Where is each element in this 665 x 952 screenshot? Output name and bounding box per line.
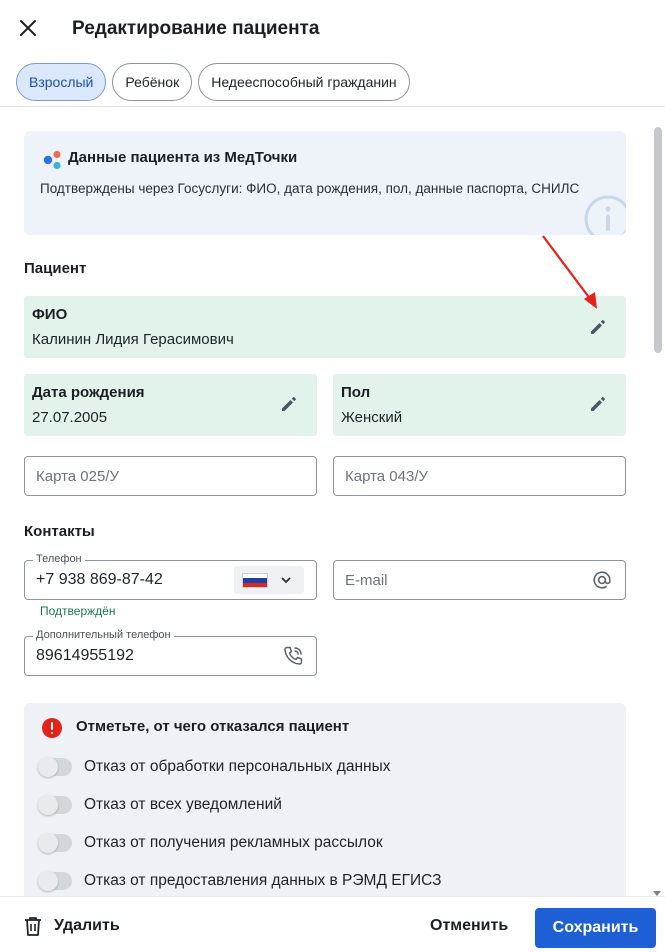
delete-button[interactable]: Удалить [22,914,120,938]
refusal-all-notifications-toggle[interactable]: Отказ от всех уведомлений [38,793,282,817]
form-scroll-area[interactable]: Данные пациента из МедТочки Подтверждены… [0,106,665,896]
edit-gender-pencil-icon[interactable] [586,392,610,416]
delete-label: Удалить [54,917,120,934]
russia-flag-icon [242,573,268,588]
refusal-label: Отказ от всех уведомлений [84,796,282,813]
fio-field: ФИО Калинин Лидия Герасимович [24,296,626,358]
patient-type-tabs: Взрослый Ребёнок Недееспособный граждани… [16,63,410,101]
card-025-input[interactable]: Карта 025/У [24,456,317,496]
page-title: Редактирование пациента [72,18,320,39]
fio-value: Калинин Лидия Герасимович [32,331,234,348]
close-icon[interactable] [14,14,42,42]
email-placeholder: E-mail [345,572,388,589]
additional-phone-label: Дополнительный телефон [33,629,174,641]
dialog-footer: Удалить Отменить Сохранить [0,896,665,952]
birth-date-value: 27.07.2005 [32,409,108,426]
country-code-select[interactable] [234,566,304,594]
medtochka-logo-icon [43,150,61,170]
refusals-card: Отметьте, от чего отказался пациент Отка… [24,703,626,896]
refusal-label: Отказ от обработки персональных данных [84,758,391,775]
toggle-switch[interactable] [38,795,72,815]
info-card-text: Подтверждены через Госуслуги: ФИО, дата … [40,181,580,196]
contacts-section-label: Контакты [24,523,95,540]
birth-date-label: Дата рождения [32,384,145,401]
phone-input[interactable]: Телефон +7 938 869-87-42 [24,553,317,600]
phone-confirmed-status: Подтверждён [40,604,116,618]
card-025-placeholder: Карта 025/У [36,468,120,485]
save-button[interactable]: Сохранить [535,908,656,948]
refusal-remd-egisz-toggle[interactable]: Отказ от предоставления данных в РЭМД ЕГ… [38,869,442,893]
info-card-title: Данные пациента из МедТочки [68,149,298,166]
dialog-header: Редактирование пациента [0,0,665,60]
edit-fio-pencil-icon[interactable] [586,315,610,339]
toggle-switch[interactable] [38,871,72,891]
patient-section-label: Пациент [24,260,87,277]
scrollbar-thumb[interactable] [654,127,662,353]
alert-icon [42,718,62,738]
medtochka-info-card: Данные пациента из МедТочки Подтверждены… [24,131,626,235]
refusals-title: Отметьте, от чего отказался пациент [76,718,350,735]
email-input[interactable]: E-mail [333,560,626,600]
card-043-placeholder: Карта 043/У [345,468,429,485]
tab-child[interactable]: Ребёнок [112,63,193,101]
chevron-down-icon [281,577,291,584]
refusal-label: Отказ от получения рекламных рассылок [84,834,383,851]
gender-value: Женский [341,409,403,426]
trash-icon [25,917,41,936]
cancel-button[interactable]: Отменить [420,908,518,944]
card-043-input[interactable]: Карта 043/У [333,456,626,496]
phone-call-icon[interactable] [281,644,305,668]
gender-label: Пол [341,384,371,401]
at-sign-icon [590,568,614,592]
refusal-personal-data-toggle[interactable]: Отказ от обработки персональных данных [38,755,390,779]
toggle-switch[interactable] [38,833,72,853]
edit-birth-date-pencil-icon[interactable] [277,392,301,416]
additional-phone-value: 89614955192 [36,647,134,664]
toggle-switch[interactable] [38,757,72,777]
phone-value: +7 938 869-87-42 [36,571,163,588]
info-icon [584,195,626,235]
tab-adult[interactable]: Взрослый [16,63,107,101]
tab-incapable-citizen[interactable]: Недееспособный гражданин [198,63,410,101]
refusal-label: Отказ от предоставления данных в РЭМД ЕГ… [84,872,442,889]
gender-field: Пол Женский [333,374,626,436]
birth-date-field: Дата рождения 27.07.2005 [24,374,317,436]
phone-label: Телефон [33,553,85,565]
fio-label: ФИО [32,306,68,323]
refusal-ad-mailings-toggle[interactable]: Отказ от получения рекламных рассылок [38,831,383,855]
additional-phone-input[interactable]: Дополнительный телефон 89614955192 [24,629,317,676]
